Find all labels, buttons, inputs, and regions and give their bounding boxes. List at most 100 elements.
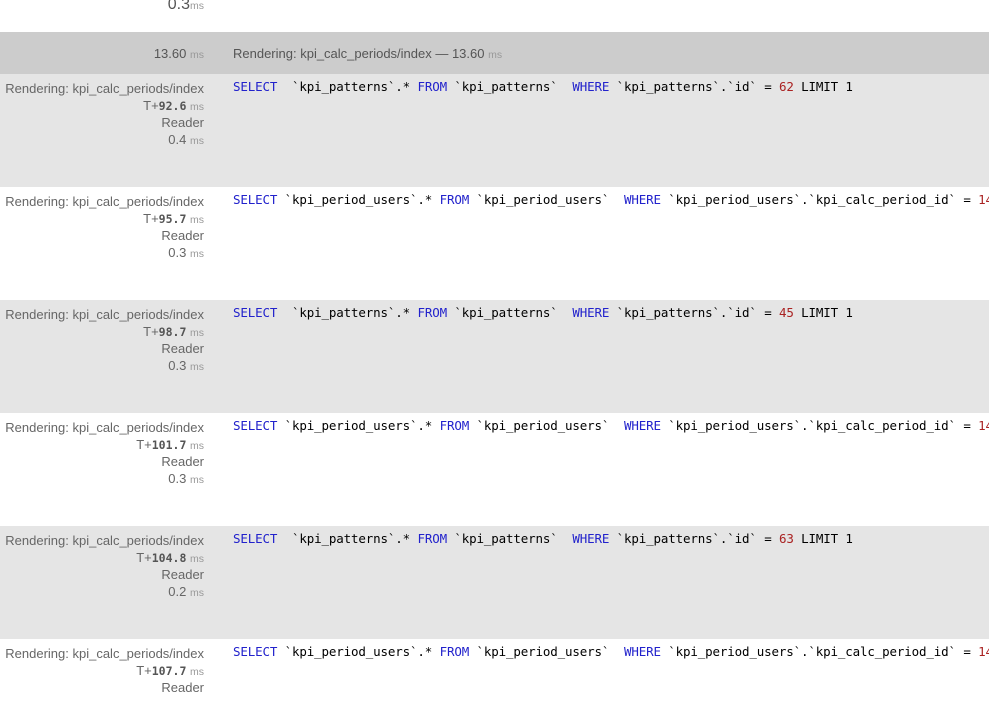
query-row-type: Reader	[161, 454, 204, 469]
sql-keyword-where: WHERE	[624, 418, 661, 433]
sql-columns: `kpi_period_users`.*	[284, 644, 433, 659]
query-row-type: Reader	[161, 228, 204, 243]
sql-value: 1406	[978, 192, 989, 207]
summary-label-unit: ms	[488, 48, 503, 61]
sql-table: `kpi_patterns`	[454, 305, 558, 320]
sql-keyword-where: WHERE	[624, 192, 661, 207]
sql-keyword-select: SELECT	[233, 418, 278, 433]
query-row-offset: T+92.6 ms	[143, 97, 204, 113]
partial-row-duration: 0.3ms	[168, 0, 204, 14]
sql-columns: `kpi_patterns`.*	[292, 79, 411, 94]
query-row-parent: Rendering: kpi_calc_periods/index	[5, 307, 204, 322]
sql-condition-column: `kpi_period_users`.`kpi_calc_period_id`	[668, 192, 956, 207]
sql-keyword-from: FROM	[439, 418, 470, 433]
query-row[interactable]: Rendering: kpi_calc_periods/index T+92.6…	[0, 74, 989, 187]
query-row-offset: T+107.7 ms	[136, 662, 204, 678]
partial-row-duration-value: 0.3	[167, 0, 190, 13]
partial-timing-row-top[interactable]: 0.3ms	[0, 0, 989, 32]
sql-keyword-select: SELECT	[233, 305, 278, 320]
query-row-type: Reader	[161, 341, 204, 356]
query-row-offset: T+98.7 ms	[143, 323, 204, 339]
sql-keyword-from: FROM	[439, 644, 470, 659]
query-row-duration: 0.2 ms	[168, 583, 204, 599]
sql-keyword-where: WHERE	[572, 305, 610, 320]
query-row-parent: Rendering: kpi_calc_periods/index	[5, 646, 204, 661]
query-row-meta: Rendering: kpi_calc_periods/index T+104.…	[0, 526, 204, 601]
sql-table: `kpi_patterns`	[454, 531, 558, 546]
query-row[interactable]: Rendering: kpi_calc_periods/index T+95.7…	[0, 187, 989, 300]
query-row-parent: Rendering: kpi_calc_periods/index	[5, 194, 204, 209]
query-row-sql[interactable]: SELECT `kpi_patterns`.* FROM `kpi_patter…	[233, 78, 989, 96]
query-profiler-timeline: 0.3ms 13.60 ms Rendering: kpi_calc_perio…	[0, 0, 989, 705]
sql-value: 1408	[978, 418, 989, 433]
sql-keyword-select: SELECT	[233, 531, 278, 546]
sql-table: `kpi_period_users`	[476, 192, 610, 207]
sql-keyword-where: WHERE	[572, 79, 610, 94]
sql-table: `kpi_period_users`	[476, 644, 610, 659]
sql-tail: LIMIT 1	[801, 79, 853, 94]
sql-operator: =	[963, 192, 971, 207]
sql-keyword-from: FROM	[417, 305, 447, 320]
query-row-duration: 0.3 ms	[168, 244, 204, 260]
query-row-type: Reader	[161, 115, 204, 130]
sql-keyword-select: SELECT	[233, 79, 278, 94]
sql-value: 1409	[978, 644, 989, 659]
sql-table: `kpi_patterns`	[454, 79, 558, 94]
sql-condition-column: `kpi_patterns`.`id`	[616, 305, 757, 320]
query-row-sql[interactable]: SELECT `kpi_period_users`.* FROM `kpi_pe…	[233, 191, 989, 209]
query-row-type: Reader	[161, 680, 204, 695]
summary-total-time-value: 13.60	[153, 45, 187, 61]
sql-condition-column: `kpi_period_users`.`kpi_calc_period_id`	[668, 418, 956, 433]
query-row-duration: 0.4 ms	[168, 131, 204, 147]
sql-keyword-from: FROM	[417, 531, 447, 546]
sql-tail: LIMIT 1	[801, 305, 853, 320]
sql-value: 45	[778, 305, 794, 320]
query-row-offset: T+101.7 ms	[136, 436, 204, 452]
sql-operator: =	[963, 644, 971, 659]
sql-columns: `kpi_period_users`.*	[284, 192, 433, 207]
summary-label-text: Rendering: kpi_calc_periods/index — 13.6…	[233, 45, 485, 61]
query-row[interactable]: Rendering: kpi_calc_periods/index T+107.…	[0, 639, 989, 705]
sql-condition-column: `kpi_period_users`.`kpi_calc_period_id`	[668, 644, 956, 659]
sql-columns: `kpi_patterns`.*	[292, 531, 411, 546]
sql-columns: `kpi_patterns`.*	[292, 305, 411, 320]
summary-total-time: 13.60 ms	[0, 46, 204, 61]
sql-operator: =	[764, 305, 772, 320]
sql-columns: `kpi_period_users`.*	[284, 418, 433, 433]
sql-keyword-where: WHERE	[572, 531, 610, 546]
sql-operator: =	[764, 531, 772, 546]
query-row-sql[interactable]: SELECT `kpi_patterns`.* FROM `kpi_patter…	[233, 530, 989, 548]
sql-operator: =	[963, 418, 971, 433]
query-row-meta: Rendering: kpi_calc_periods/index T+92.6…	[0, 74, 204, 149]
render-summary-row[interactable]: 13.60 ms Rendering: kpi_calc_periods/ind…	[0, 32, 989, 74]
sql-keyword-from: FROM	[417, 79, 447, 94]
sql-condition-column: `kpi_patterns`.`id`	[616, 531, 757, 546]
query-row-parent: Rendering: kpi_calc_periods/index	[5, 81, 204, 96]
query-row-sql[interactable]: SELECT `kpi_patterns`.* FROM `kpi_patter…	[233, 304, 989, 322]
sql-table: `kpi_period_users`	[476, 418, 610, 433]
query-row-sql[interactable]: SELECT `kpi_period_users`.* FROM `kpi_pe…	[233, 643, 989, 661]
sql-value: 62	[778, 79, 794, 94]
query-row-parent: Rendering: kpi_calc_periods/index	[5, 533, 204, 548]
query-row-offset: T+95.7 ms	[143, 210, 204, 226]
query-row-duration: 0.3 ms	[168, 470, 204, 486]
summary-total-time-unit: ms	[190, 48, 204, 61]
summary-label: Rendering: kpi_calc_periods/index — 13.6…	[233, 46, 502, 61]
sql-operator: =	[764, 79, 772, 94]
query-row[interactable]: Rendering: kpi_calc_periods/index T+98.7…	[0, 300, 989, 413]
sql-keyword-select: SELECT	[233, 644, 278, 659]
query-row-parent: Rendering: kpi_calc_periods/index	[5, 420, 204, 435]
query-row[interactable]: Rendering: kpi_calc_periods/index T+101.…	[0, 413, 989, 526]
query-row-meta: Rendering: kpi_calc_periods/index T+101.…	[0, 413, 204, 488]
partial-row-duration-unit: ms	[190, 0, 204, 12]
sql-keyword-from: FROM	[439, 192, 470, 207]
query-row-meta: Rendering: kpi_calc_periods/index T+107.…	[0, 639, 204, 697]
query-row[interactable]: Rendering: kpi_calc_periods/index T+104.…	[0, 526, 989, 639]
query-row-type: Reader	[161, 567, 204, 582]
sql-keyword-where: WHERE	[624, 644, 661, 659]
query-row-meta: Rendering: kpi_calc_periods/index T+98.7…	[0, 300, 204, 375]
query-row-offset: T+104.8 ms	[136, 549, 204, 565]
sql-value: 63	[778, 531, 794, 546]
query-row-sql[interactable]: SELECT `kpi_period_users`.* FROM `kpi_pe…	[233, 417, 989, 435]
query-row-meta: Rendering: kpi_calc_periods/index T+95.7…	[0, 187, 204, 262]
